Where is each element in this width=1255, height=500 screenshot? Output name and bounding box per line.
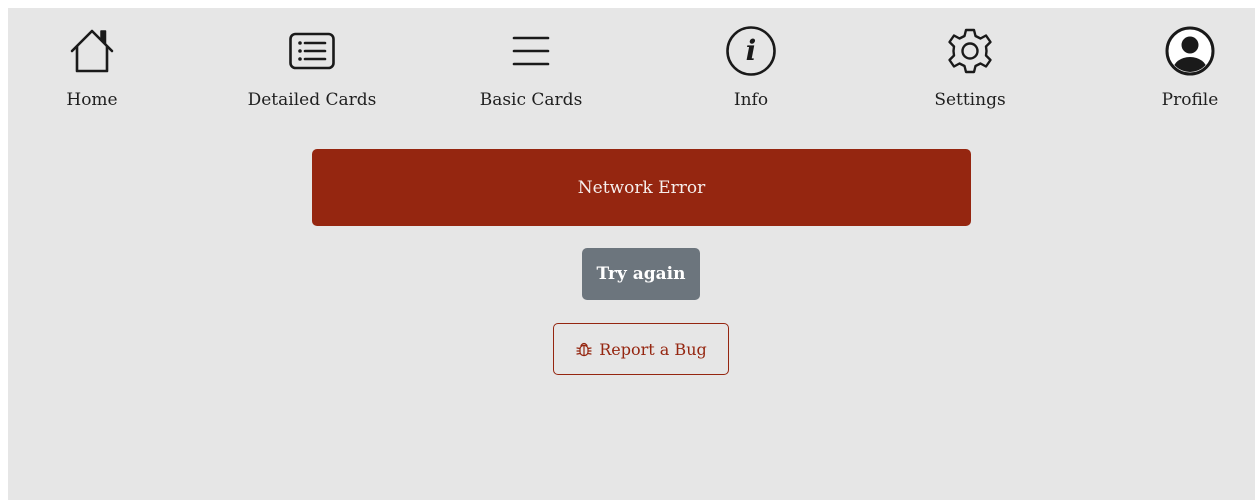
nav-item-basic-cards[interactable]: Basic Cards (451, 24, 611, 110)
nav-item-home[interactable]: Home (12, 24, 172, 110)
nav-label-profile: Profile (1161, 90, 1219, 110)
list-box-icon (285, 24, 339, 78)
bug-icon (575, 340, 593, 358)
nav-item-profile[interactable]: Profile (1110, 24, 1255, 110)
nav-label-info: Info (733, 90, 769, 110)
nav-label-home: Home (66, 90, 118, 110)
report-bug-label: Report a Bug (599, 339, 707, 359)
app-container: Home Detailed Cards Basic Cards i Info S… (8, 8, 1255, 500)
hamburger-icon (504, 24, 558, 78)
error-message: Network Error (577, 177, 706, 198)
svg-text:i: i (746, 34, 757, 67)
try-again-button[interactable]: Try again (582, 248, 700, 300)
nav-label-basic-cards: Basic Cards (479, 90, 583, 110)
gear-icon (943, 24, 997, 78)
error-banner: Network Error (312, 149, 971, 226)
nav-item-settings[interactable]: Settings (890, 24, 1050, 110)
info-icon: i (724, 24, 778, 78)
home-icon (65, 24, 119, 78)
user-circle-icon (1163, 24, 1217, 78)
report-bug-button[interactable]: Report a Bug (553, 323, 729, 375)
nav-label-detailed-cards: Detailed Cards (247, 90, 377, 110)
nav-item-info[interactable]: i Info (671, 24, 831, 110)
top-navigation: Home Detailed Cards Basic Cards i Info S… (8, 8, 1255, 128)
nav-item-detailed-cards[interactable]: Detailed Cards (232, 24, 392, 110)
nav-label-settings: Settings (934, 90, 1006, 110)
